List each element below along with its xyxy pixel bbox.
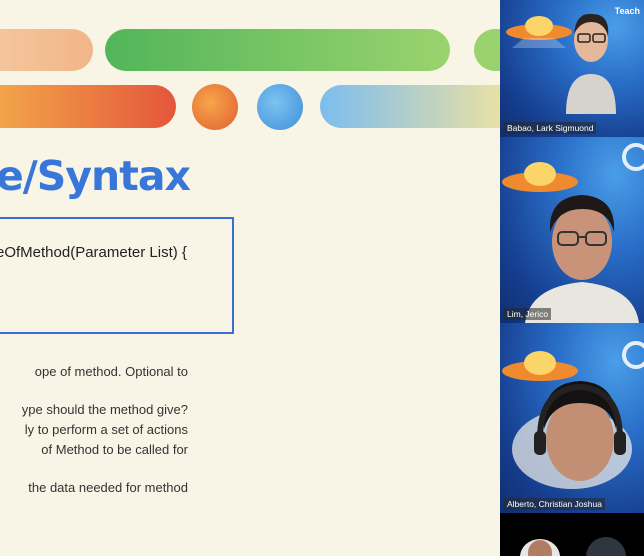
- decor-pill-green: [105, 29, 450, 71]
- decor-pill-green-small: [474, 29, 500, 71]
- explanation-line: ope of method. Optional to: [34, 364, 188, 379]
- more-participants-button[interactable]: [586, 537, 626, 556]
- decor-pill-blue: [320, 85, 500, 128]
- presentation-slide: e/Syntax eOfMethod(Parameter List) { ope…: [0, 0, 500, 556]
- participant-name: Babao, Lark Sigmuond: [504, 122, 597, 134]
- decor-pill-peach: [0, 29, 93, 71]
- avatar: [520, 539, 560, 556]
- participants-panel: Teach Babao, Lark Sigmuond Lim, Jerico A…: [500, 0, 644, 556]
- decor-pill-orange: [0, 85, 176, 128]
- participant-tile[interactable]: Teach Babao, Lark Sigmuond: [500, 0, 644, 137]
- participant-tile[interactable]: Lim, Jerico: [500, 137, 644, 323]
- decor-dot-blue: [257, 84, 303, 130]
- participant-video: [512, 381, 632, 489]
- slide-title: e/Syntax: [0, 152, 191, 200]
- explanation-line: the data needed for method: [28, 480, 188, 495]
- participant-tile[interactable]: [500, 513, 644, 556]
- decor-ring: [622, 143, 644, 171]
- participant-video: [525, 195, 639, 323]
- explanation-line: ly to perform a set of actions: [24, 422, 188, 437]
- syntax-box: [0, 217, 234, 334]
- participant-tile[interactable]: Alberto, Christian Joshua: [500, 323, 644, 513]
- syntax-code: eOfMethod(Parameter List) {: [0, 244, 187, 261]
- participant-video: [566, 13, 616, 114]
- explanation-line: of Method to be called for: [41, 442, 188, 457]
- participant-name: Alberto, Christian Joshua: [504, 498, 605, 510]
- explanation-line: ype should the method give?: [21, 402, 188, 417]
- participant-name: Lim, Jerico: [504, 308, 552, 320]
- decor-dot-orange: [192, 84, 238, 130]
